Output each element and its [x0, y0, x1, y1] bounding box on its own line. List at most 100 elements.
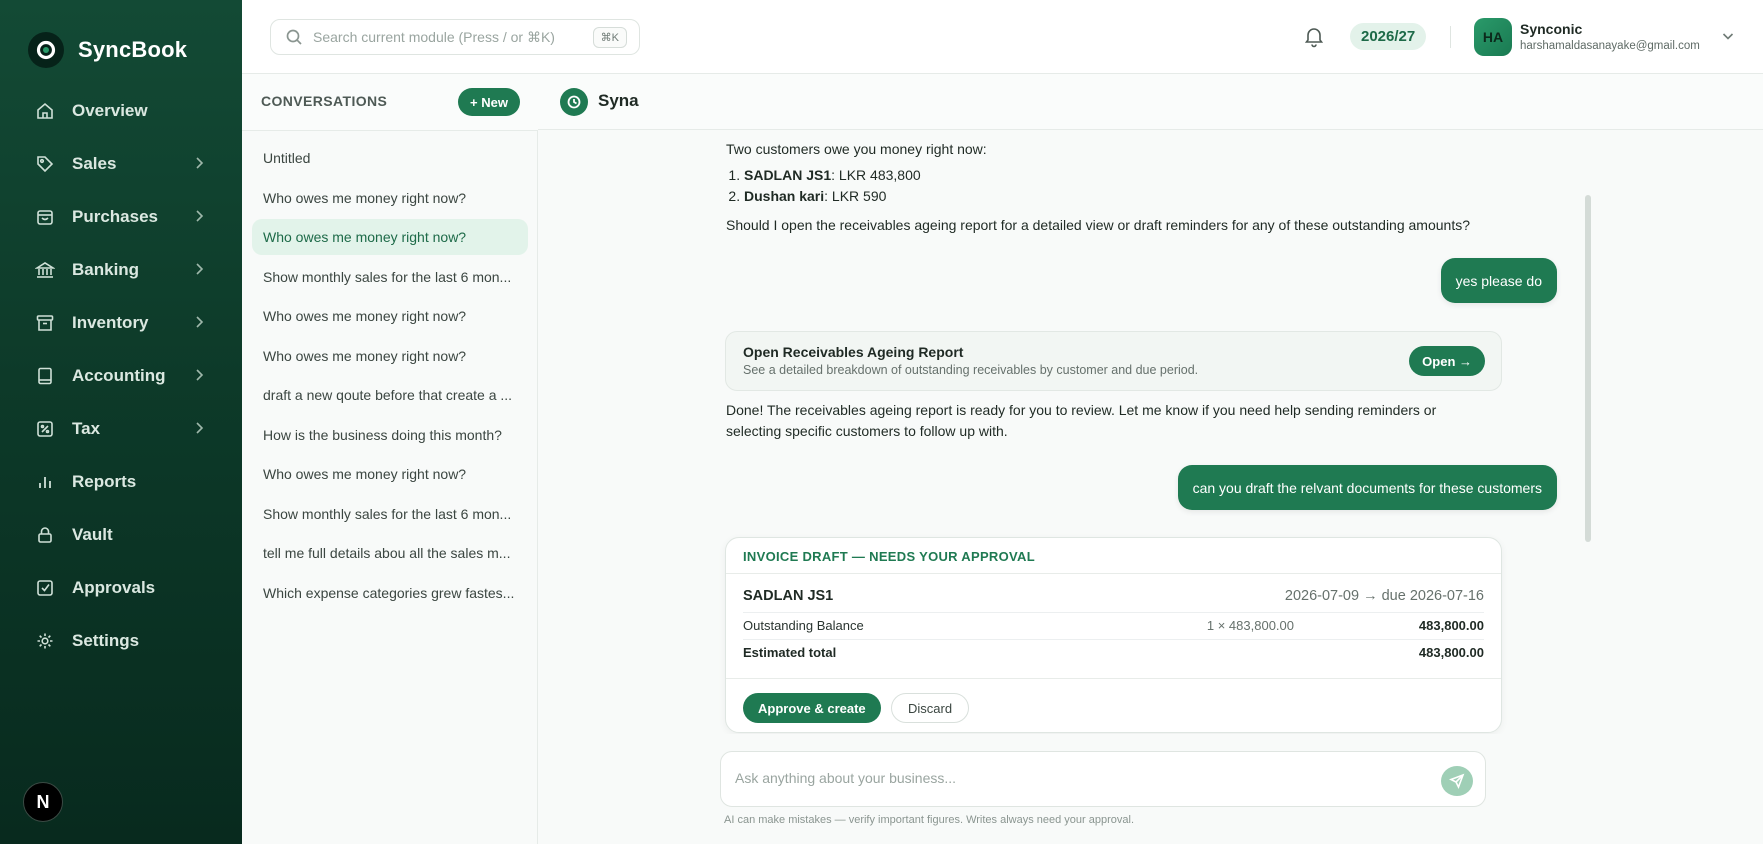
sidebar: SyncBook Overview Sales Purchases Bankin… — [0, 0, 242, 844]
conversation-item[interactable]: Who owes me money right now? — [252, 338, 528, 374]
invoice-customer: SADLAN JS1 — [743, 588, 834, 604]
sidebar-item-inventory[interactable]: Inventory — [0, 296, 242, 349]
message-intro: Two customers owe you money right now: — [726, 141, 987, 157]
sidebar-item-label: Sales — [72, 153, 117, 173]
conversation-title: Who owes me money right now? — [263, 189, 467, 206]
sidebar-item-label: Inventory — [72, 312, 149, 332]
conversation-item[interactable]: draft a new qoute before that create a .… — [252, 377, 528, 413]
sidebar-item-purchases[interactable]: Purchases — [0, 190, 242, 243]
line-description: Outstanding Balance — [743, 618, 864, 633]
search-input[interactable]: Search current module (Press / or ⌘K) ⌘K — [270, 19, 640, 55]
conversation-item-active[interactable]: Who owes me money right now? — [252, 219, 528, 255]
brand[interactable]: SyncBook — [28, 32, 187, 68]
tag-icon — [34, 153, 56, 175]
sidebar-item-label: Vault — [72, 524, 113, 544]
user-name: Synconic — [1520, 21, 1583, 37]
discard-button[interactable]: Discard — [891, 693, 970, 723]
conversation-title: Which expense categories grew fastes... — [263, 584, 515, 601]
sidebar-item-label: Tax — [72, 418, 101, 438]
message-line: Done! The receivables ageing report is r… — [726, 402, 1437, 418]
invoice-dates: 2026-07-09 → due 2026-07-16 — [1284, 588, 1484, 604]
action-card: Open Receivables Ageing Report See a det… — [725, 331, 1502, 391]
conversation-title: Who owes me money right now? — [263, 229, 467, 245]
action-card-title: Open Receivables Ageing Report — [743, 344, 964, 360]
conversation-title: Show monthly sales for the last 6 mon... — [263, 268, 512, 285]
ai-disclaimer: AI can make mistakes — verify important … — [724, 814, 1135, 826]
conversation-title: draft a new qoute before that create a .… — [263, 387, 513, 403]
conversation-item[interactable]: Show monthly sales for the last 6 mon... — [252, 496, 528, 532]
sidebar-item-label: Approvals — [72, 577, 156, 597]
list-item: SADLAN JS1: LKR 483,800 — [744, 165, 1526, 186]
percent-icon — [34, 418, 56, 440]
line-quantity: 1 × 483,800.00 — [1206, 618, 1294, 633]
notifications-bell-icon[interactable] — [1302, 24, 1326, 48]
avatar[interactable]: HA — [1474, 18, 1512, 56]
conversations-header: CONVERSATIONS + New — [242, 74, 538, 131]
debtor-name: Dushan kari — [744, 188, 825, 204]
conversation-item[interactable]: tell me full details abou all the sales … — [252, 535, 528, 571]
invoice-card-header: INVOICE DRAFT — NEEDS YOUR APPROVAL — [726, 538, 1501, 574]
conversation-item[interactable]: Show monthly sales for the last 6 mon... — [252, 259, 528, 295]
sidebar-item-accounting[interactable]: Accounting — [0, 349, 242, 402]
debtor-list: SADLAN JS1: LKR 483,800 Dushan kari: LKR… — [726, 165, 1526, 207]
top-bar: Search current module (Press / or ⌘K) ⌘K… — [242, 0, 1763, 74]
conversation-item[interactable]: Untitled — [252, 140, 528, 176]
syncbook-logo-icon — [28, 32, 64, 68]
user-menu[interactable]: Synconic harshamaldasanayake@gmail.com — [1520, 21, 1700, 52]
dev-badge[interactable]: N — [23, 782, 63, 822]
archive-icon — [34, 312, 56, 334]
sidebar-item-reports[interactable]: Reports — [0, 455, 242, 508]
message-input[interactable]: Ask anything about your business... — [720, 751, 1486, 807]
sidebar-item-label: Banking — [72, 259, 140, 279]
bank-icon — [34, 259, 56, 281]
chevron-right-icon — [196, 263, 204, 275]
user-message: yes please do — [1440, 258, 1557, 303]
conversation-item[interactable]: Who owes me money right now? — [252, 298, 528, 334]
message-placeholder: Ask anything about your business... — [735, 770, 957, 786]
sidebar-item-sales[interactable]: Sales — [0, 137, 242, 190]
conversation-item[interactable]: Who owes me money right now? — [252, 456, 528, 492]
sidebar-item-banking[interactable]: Banking — [0, 243, 242, 296]
chat-scrollbar[interactable] — [1585, 195, 1591, 542]
sidebar-item-label: Overview — [72, 100, 148, 120]
conversations-title: CONVERSATIONS — [261, 93, 388, 109]
sidebar-item-settings[interactable]: Settings — [0, 614, 242, 667]
debtor-amount: : LKR 483,800 — [831, 167, 921, 183]
conversation-item[interactable]: How is the business doing this month? — [252, 417, 528, 453]
search-placeholder: Search current module (Press / or ⌘K) — [313, 28, 555, 45]
action-card-subtitle: See a detailed breakdown of outstanding … — [743, 363, 1199, 377]
checkbox-icon — [34, 577, 56, 599]
chevron-right-icon — [196, 422, 204, 434]
gear-icon — [34, 630, 56, 652]
debtor-name: SADLAN JS1 — [744, 167, 832, 183]
invoice-total-row: Estimated total 483,800.00 — [743, 645, 1484, 660]
approve-create-button[interactable]: Approve & create — [743, 693, 881, 723]
open-report-button[interactable]: Open → — [1409, 346, 1485, 376]
assistant-message: Two customers owe you money right now: S… — [726, 139, 1526, 236]
total-amount: 483,800.00 — [1418, 645, 1484, 660]
lock-icon — [34, 524, 56, 546]
book-icon — [34, 365, 56, 387]
sidebar-item-label: Purchases — [72, 206, 158, 226]
chat-thread: Two customers owe you money right now: S… — [538, 130, 1763, 844]
new-conversation-button[interactable]: + New — [458, 88, 520, 116]
list-item: Dushan kari: LKR 590 — [744, 186, 1526, 207]
sidebar-item-overview[interactable]: Overview — [0, 84, 242, 137]
divider — [1450, 26, 1451, 48]
send-button[interactable] — [1441, 766, 1473, 796]
sidebar-item-tax[interactable]: Tax — [0, 402, 242, 455]
sidebar-item-label: Reports — [72, 471, 137, 491]
search-shortcut-hint: ⌘K — [592, 27, 627, 48]
fiscal-year-badge[interactable]: 2026/27 — [1350, 23, 1427, 50]
conversation-title: Who owes me money right now? — [263, 308, 467, 324]
assistant-message: Done! The receivables ageing report is r… — [726, 400, 1526, 442]
invoice-card-title: INVOICE DRAFT — NEEDS YOUR APPROVAL — [743, 549, 1035, 564]
chevron-down-icon[interactable] — [1720, 28, 1736, 44]
composer-area: Ask anything about your business... AI c… — [706, 734, 1594, 844]
conversation-item[interactable]: Which expense categories grew fastes... — [252, 575, 528, 611]
user-email: harshamaldasanayake@gmail.com — [1520, 40, 1700, 52]
sidebar-item-approvals[interactable]: Approvals — [0, 561, 242, 614]
chevron-right-icon — [196, 369, 204, 381]
conversation-item[interactable]: Who owes me money right now? — [252, 180, 528, 216]
sidebar-item-vault[interactable]: Vault — [0, 508, 242, 561]
